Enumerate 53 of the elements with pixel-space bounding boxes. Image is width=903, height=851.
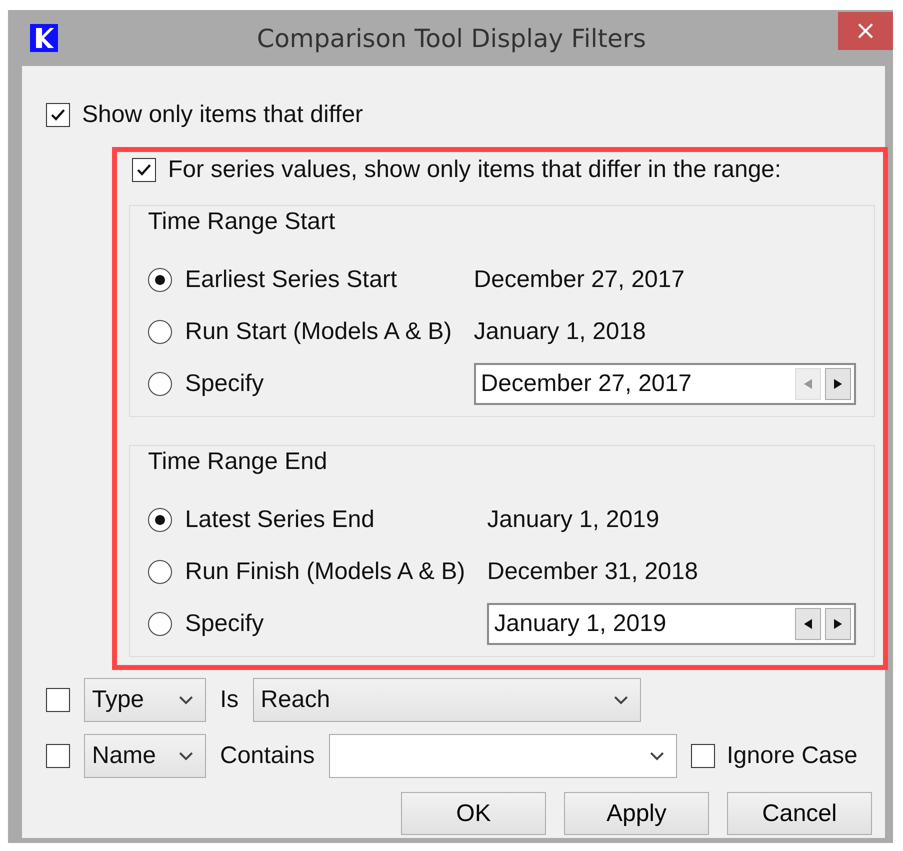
radio-button[interactable] <box>148 560 172 584</box>
dialog-button[interactable]: Cancel <box>727 792 872 835</box>
chevron-down-icon <box>614 696 628 704</box>
operator-label: Contains <box>220 742 315 770</box>
dialog-button[interactable]: Apply <box>564 792 709 835</box>
radio-button[interactable] <box>148 268 172 292</box>
radio-button[interactable] <box>148 612 172 636</box>
date-spinner-field[interactable]: December 27, 2017 <box>474 363 856 405</box>
next-icon <box>833 618 843 630</box>
next-button[interactable] <box>825 608 851 640</box>
group-title: Time Range End <box>148 448 328 476</box>
previous-icon <box>803 618 813 630</box>
checkbox-label: Ignore Case <box>726 742 858 770</box>
checkbox-label: Show only items that differ <box>82 101 364 129</box>
radio-label: Specify <box>185 610 264 638</box>
previous-icon <box>803 378 813 390</box>
radio-label: Run Finish (Models A & B) <box>185 558 466 586</box>
radio-button[interactable] <box>148 320 172 344</box>
dialog-button[interactable]: OK <box>401 792 546 835</box>
date-text: December 27, 2017 <box>474 266 685 294</box>
checkbox-label: For series values, show only items that differ in the range: <box>168 156 782 184</box>
checkbox[interactable] <box>46 103 70 127</box>
radio-label: Latest Series End <box>185 506 374 534</box>
group-title: Time Range Start <box>148 208 336 236</box>
radio-label: Run Start (Models A & B) <box>185 318 452 346</box>
chevron-down-icon <box>179 752 193 760</box>
app-logo-icon <box>30 24 58 52</box>
dropdown[interactable]: Name <box>84 734 206 778</box>
next-icon <box>833 378 843 390</box>
dropdown[interactable]: Type <box>84 678 206 722</box>
date-spinner-field[interactable]: January 1, 2019 <box>487 603 856 645</box>
dropdown[interactable]: Reach <box>252 678 641 722</box>
checkmark-icon <box>50 107 66 123</box>
checkbox[interactable] <box>690 744 715 768</box>
checkbox[interactable] <box>46 744 70 768</box>
radio-button[interactable] <box>148 372 172 396</box>
previous-button[interactable] <box>795 608 821 640</box>
radio-label: Specify <box>185 370 264 398</box>
window-title: Comparison Tool Display Filters <box>256 24 646 52</box>
radio-button[interactable] <box>148 508 172 532</box>
combo-field[interactable] <box>328 734 677 778</box>
chevron-down-icon <box>650 752 664 760</box>
radio-label: Earliest Series Start <box>185 266 398 294</box>
operator-label: Is <box>220 686 239 714</box>
checkbox[interactable] <box>132 158 156 182</box>
checkmark-icon <box>136 162 152 178</box>
chevron-down-icon <box>179 696 193 704</box>
date-text: December 31, 2018 <box>487 558 698 586</box>
date-text: January 1, 2018 <box>474 318 646 346</box>
close-button[interactable]: × <box>838 12 893 50</box>
next-button[interactable] <box>825 368 851 400</box>
checkbox[interactable] <box>46 688 70 712</box>
date-text: January 1, 2019 <box>487 506 660 534</box>
